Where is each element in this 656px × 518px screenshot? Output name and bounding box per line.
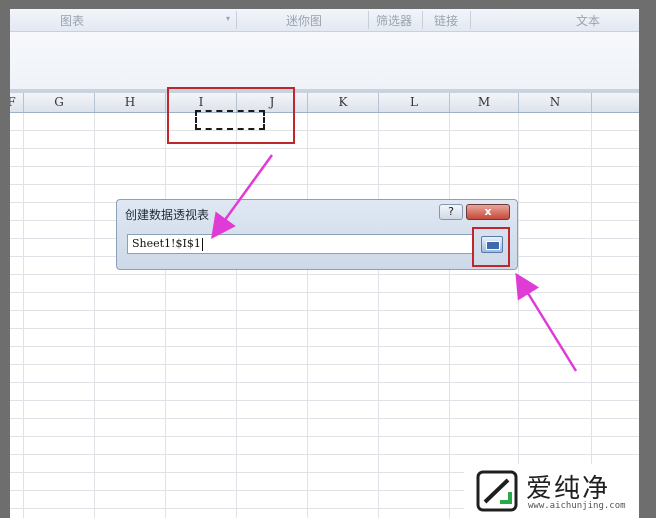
ribbon-group-links[interactable]: 链接 xyxy=(434,12,458,29)
grid-line xyxy=(236,113,237,518)
text-caret xyxy=(201,237,203,251)
ribbon-separator xyxy=(236,11,237,29)
create-pivot-table-dialog: 创建数据透视表 ? x Sheet1!$I$1 xyxy=(116,199,518,270)
ribbon-group-text[interactable]: 文本 xyxy=(576,12,600,29)
selected-cell-i1[interactable] xyxy=(195,110,265,130)
column-header-k[interactable]: K xyxy=(308,93,379,112)
ribbon-separator xyxy=(368,11,369,29)
column-header-g[interactable]: G xyxy=(24,93,95,112)
ribbon-group-bar: 图表 ▾ 迷你图 筛选器 链接 文本 xyxy=(10,9,639,32)
ribbon-separator xyxy=(470,11,471,29)
dialog-title: 创建数据透视表 xyxy=(125,208,210,222)
grid-line xyxy=(591,113,592,518)
ribbon-group-sparklines[interactable]: 迷你图 xyxy=(286,12,322,29)
excel-window: 图表 ▾ 迷你图 筛选器 链接 文本 F G H I J K L M N 创建数… xyxy=(10,9,639,518)
column-header-h[interactable]: H xyxy=(95,93,166,112)
column-header-m[interactable]: M xyxy=(450,93,519,112)
watermark: 爱纯净 www.aichunjing.com xyxy=(464,464,639,518)
grid-line xyxy=(23,113,24,518)
grid-line xyxy=(449,113,450,518)
ribbon: 图表 ▾ 迷你图 筛选器 链接 文本 xyxy=(10,9,639,94)
close-button[interactable]: x xyxy=(466,204,510,220)
chevron-down-icon[interactable]: ▾ xyxy=(226,14,230,23)
cell-grid[interactable] xyxy=(10,113,639,518)
grid-line xyxy=(378,113,379,518)
column-header-row: F G H I J K L M N xyxy=(10,93,639,113)
watermark-url: www.aichunjing.com xyxy=(528,501,626,511)
watermark-logo-icon xyxy=(476,470,518,512)
ribbon-separator xyxy=(422,11,423,29)
annotation-highlight-button xyxy=(472,227,510,267)
column-header-n[interactable]: N xyxy=(519,93,592,112)
ribbon-group-charts[interactable]: 图表 xyxy=(60,12,84,29)
watermark-name: 爱纯净 xyxy=(526,474,611,504)
grid-line xyxy=(518,113,519,518)
ribbon-group-filter[interactable]: 筛选器 xyxy=(376,12,412,29)
range-reference-input[interactable]: Sheet1!$I$1 xyxy=(127,234,473,254)
help-button[interactable]: ? xyxy=(439,204,463,220)
column-header-f[interactable]: F xyxy=(10,93,24,112)
range-reference-value: Sheet1!$I$1 xyxy=(132,237,201,250)
grid-line xyxy=(307,113,308,518)
grid-line xyxy=(94,113,95,518)
column-header-l[interactable]: L xyxy=(379,93,450,112)
grid-line xyxy=(165,113,166,518)
